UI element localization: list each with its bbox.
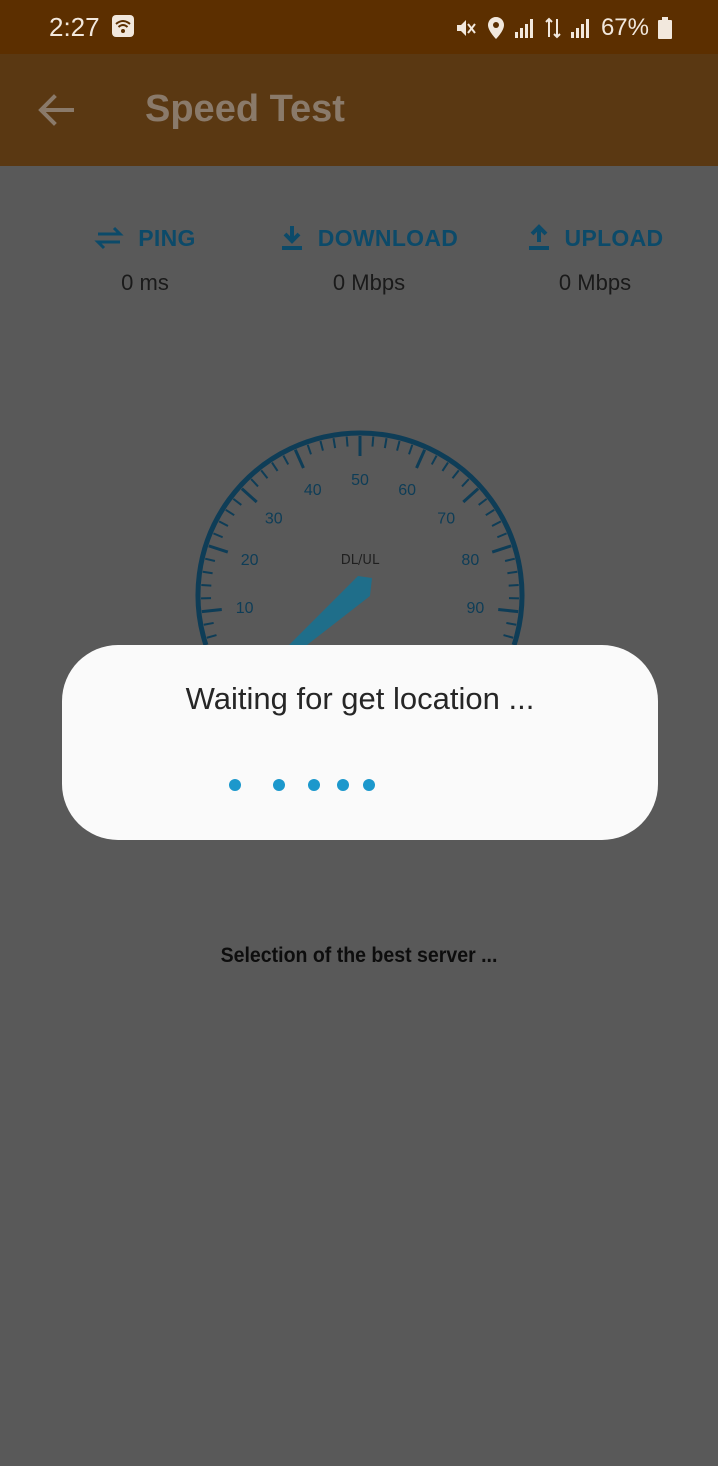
gauge-minor-tick (282, 455, 290, 465)
gauge-major-tick (491, 544, 512, 554)
gauge-tick-label: 40 (304, 482, 322, 499)
upload-label: UPLOAD (564, 224, 664, 251)
gauge-minor-tick (478, 498, 488, 506)
status-time: 2:27 (49, 12, 100, 42)
page-title: Speed Test (145, 88, 345, 130)
gauge-tick-label: 10 (236, 600, 254, 617)
gauge-tick-label: 50 (351, 472, 369, 489)
gauge-tick-label: 20 (241, 552, 259, 569)
gauge-minor-tick (408, 444, 414, 455)
gauge-minor-tick (225, 508, 235, 517)
gauge-major-tick (415, 449, 427, 469)
gauge-minor-tick (503, 634, 514, 639)
loading-dot (363, 779, 375, 791)
gauge-minor-tick (250, 478, 259, 488)
status-bar: 2:27 67% (0, 0, 718, 54)
back-arrow-icon[interactable] (34, 92, 78, 128)
gauge-tick-label: 70 (437, 510, 455, 527)
gauge-minor-tick (441, 462, 449, 472)
ping-label: PING (138, 224, 196, 251)
gauge-major-tick (208, 544, 229, 554)
signal-icon-2 (570, 19, 589, 38)
gauge-major-tick (293, 449, 305, 469)
gauge-minor-tick (371, 436, 375, 447)
ping-value: 0 ms (121, 270, 169, 295)
speed-gauge: 10 20 30 40 50 60 70 80 90 DL/UL (195, 430, 525, 652)
gauge-minor-tick (213, 532, 224, 539)
signal-icon (514, 19, 533, 38)
gauge-tick-label: 90 (466, 600, 484, 617)
location-icon (487, 17, 504, 39)
gauge-minor-tick (345, 436, 349, 447)
gauge-minor-tick (319, 440, 324, 451)
gauge-minor-tick (485, 508, 495, 517)
gauge-minor-tick (232, 498, 242, 506)
gauge-minor-tick (202, 570, 213, 575)
download-label: DOWNLOAD (317, 224, 459, 251)
gauge-minor-tick (306, 444, 312, 455)
upload-value: 0 Mbps (558, 270, 632, 295)
gauge-minor-tick (504, 557, 516, 562)
battery-icon (658, 17, 672, 39)
server-status-text: Selection of the best server ... (220, 944, 498, 967)
gauge-minor-tick (271, 462, 279, 472)
ping-swap-icon (94, 226, 124, 250)
gauge-major-tick (498, 608, 519, 614)
mute-icon (456, 20, 476, 36)
gauge-minor-tick (206, 634, 217, 639)
gauge-minor-tick (204, 557, 216, 562)
loading-dot (337, 779, 349, 791)
gauge-minor-tick (260, 469, 269, 479)
gauge-minor-tick (430, 455, 438, 465)
gauge-minor-tick (218, 520, 229, 527)
gauge-minor-tick (201, 584, 212, 587)
gauge-minor-tick (508, 584, 519, 587)
battery-percent: 67% (600, 14, 649, 41)
loading-dot (229, 779, 241, 791)
gauge-minor-tick (451, 469, 460, 479)
gauge-minor-tick (203, 621, 214, 626)
loading-dot (308, 779, 320, 791)
upload-metric: UPLOAD 0 Mbps (495, 220, 695, 296)
gauge-minor-tick (496, 532, 507, 539)
gauge-minor-tick (383, 438, 388, 449)
status-icons: 67% (454, 14, 672, 42)
gauge-major-tick (462, 487, 480, 504)
gauge-minor-tick (332, 438, 337, 449)
download-value: 0 Mbps (332, 270, 406, 295)
gauge-major-tick (201, 608, 222, 614)
gauge-minor-tick (491, 520, 502, 527)
gauge-minor-tick (461, 478, 470, 488)
ping-metric: PING 0 ms (45, 220, 245, 296)
gauge-needle (288, 576, 372, 652)
gauge-major-tick (240, 487, 258, 504)
gauge-tick-label: 80 (461, 552, 479, 569)
gauge-center-label: DL/UL (341, 553, 380, 568)
gauge-tick-label: 60 (398, 482, 416, 499)
loading-dialog: Waiting for get location ... (62, 645, 658, 840)
gauge-tick-label: 30 (265, 510, 283, 527)
data-transfer-icon (545, 17, 561, 39)
dialog-message: Waiting for get location ... (185, 681, 535, 716)
app-bar: Speed Test (0, 54, 718, 166)
download-icon (281, 226, 302, 250)
gauge-minor-tick (396, 440, 401, 451)
wifi-icon (112, 15, 134, 37)
gauge-minor-tick (506, 621, 517, 626)
download-metric: DOWNLOAD 0 Mbps (264, 220, 474, 296)
gauge-minor-tick (507, 570, 518, 575)
loading-dot (273, 779, 285, 791)
upload-icon (528, 224, 549, 250)
